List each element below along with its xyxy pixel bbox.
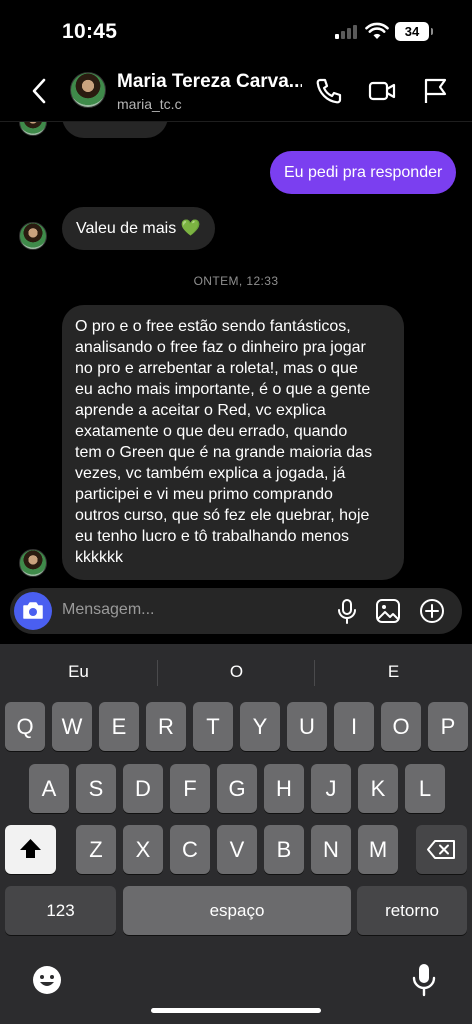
key-y[interactable]: Y [240,702,280,751]
message-composer[interactable]: Mensagem... [10,588,462,634]
chat-header: Maria Tereza Carva... maria_tc.c [0,60,472,122]
key-h[interactable]: H [264,764,304,813]
message-line: eu acho mais importante, é o que a gente [75,381,371,398]
key-t[interactable]: T [193,702,233,751]
key-c[interactable]: C [170,825,210,874]
phone-icon[interactable] [314,76,344,106]
cellular-signal-icon [335,25,359,39]
space-key[interactable]: espaço [123,886,351,935]
key-x[interactable]: X [123,825,163,874]
sender-avatar [19,222,47,250]
flag-icon[interactable] [420,76,450,106]
wifi-icon [365,22,389,39]
key-s[interactable]: S [76,764,116,813]
key-g[interactable]: G [217,764,257,813]
message-line: participei e vi meu primo comprando [75,486,333,503]
key-v[interactable]: V [217,825,257,874]
message-bubble-outgoing[interactable]: Eu pedi pra responder [270,151,457,194]
status-time: 10:45 [62,20,118,43]
message-line: no pro e arrebentar a roleta!, mas o que [75,360,358,377]
key-r[interactable]: R [146,702,186,751]
message-bubble-partial [62,122,168,138]
message-line: outros curso, que só fez ele quebrar, ho… [75,507,370,524]
key-u[interactable]: U [287,702,327,751]
message-line: O pro e o free estão sendo fantásticos, [75,318,351,335]
numbers-key[interactable]: 123 [5,886,116,935]
backspace-icon [427,840,455,859]
key-f[interactable]: F [170,764,210,813]
message-line: aprende a aceitar o Red, vc explica [75,402,326,419]
key-o[interactable]: O [381,702,421,751]
dictation-mic-icon[interactable] [410,962,438,998]
key-k[interactable]: K [358,764,398,813]
key-n[interactable]: N [311,825,351,874]
suggestion-1[interactable]: Eu [0,644,157,700]
shift-key[interactable] [5,825,56,874]
message-bubble-incoming[interactable]: Valeu de mais 💚 [62,207,215,250]
suggestion-3[interactable]: E [315,644,472,700]
home-indicator [151,1008,321,1013]
key-b[interactable]: B [264,825,304,874]
message-bubble-incoming-long[interactable]: O pro e o free estão sendo fantásticos, … [62,305,404,580]
image-icon[interactable] [374,597,402,625]
message-line: exatamente o que deu errado, quando [75,423,348,440]
back-arrow-icon[interactable] [28,76,52,106]
shift-icon [20,839,41,858]
emoji-icon[interactable] [31,964,63,996]
message-input[interactable]: Mensagem... [62,601,154,619]
message-text: Eu pedi pra responder [284,164,443,181]
camera-button[interactable] [14,592,52,630]
camera-icon [23,602,43,619]
key-l[interactable]: L [405,764,445,813]
message-line: tem o Green que é na grande maioria das [75,444,373,461]
message-line: vezes, vc também explica a jogada, já [75,465,346,482]
return-key[interactable]: retorno [357,886,467,935]
status-bar: 10:45 34 [0,0,472,60]
contact-username[interactable]: maria_tc.c [117,96,182,112]
contact-avatar[interactable] [70,72,106,108]
key-d[interactable]: D [123,764,163,813]
key-e[interactable]: E [99,702,139,751]
sender-avatar [19,122,47,136]
key-a[interactable]: A [29,764,69,813]
key-i[interactable]: I [334,702,374,751]
suggestion-2[interactable]: O [158,644,315,700]
message-line: analisando o free faz o dinheiro pra jog… [75,339,366,356]
plus-circle-icon[interactable] [418,597,446,625]
key-q[interactable]: Q [5,702,45,751]
sender-avatar [19,549,47,577]
backspace-key[interactable] [416,825,467,874]
contact-name[interactable]: Maria Tereza Carva... [117,71,302,93]
message-line: eu tenho lucro e tô trabalhando menos [75,528,349,545]
battery-indicator: 34 [395,22,433,41]
microphone-icon[interactable] [333,597,361,625]
keyboard[interactable]: Eu O E Q W E R T Y U I O P A S D F G H J… [0,644,472,1024]
video-icon[interactable] [367,76,397,106]
message-thread[interactable]: Eu pedi pra responder Valeu de mais 💚 ON… [0,122,472,584]
key-w[interactable]: W [52,702,92,751]
message-timestamp: ONTEM, 12:33 [193,274,279,288]
message-text: Valeu de mais 💚 [76,220,201,237]
key-p[interactable]: P [428,702,468,751]
key-z[interactable]: Z [76,825,116,874]
key-j[interactable]: J [311,764,351,813]
message-line: kkkkkk [75,549,123,566]
key-m[interactable]: M [358,825,398,874]
